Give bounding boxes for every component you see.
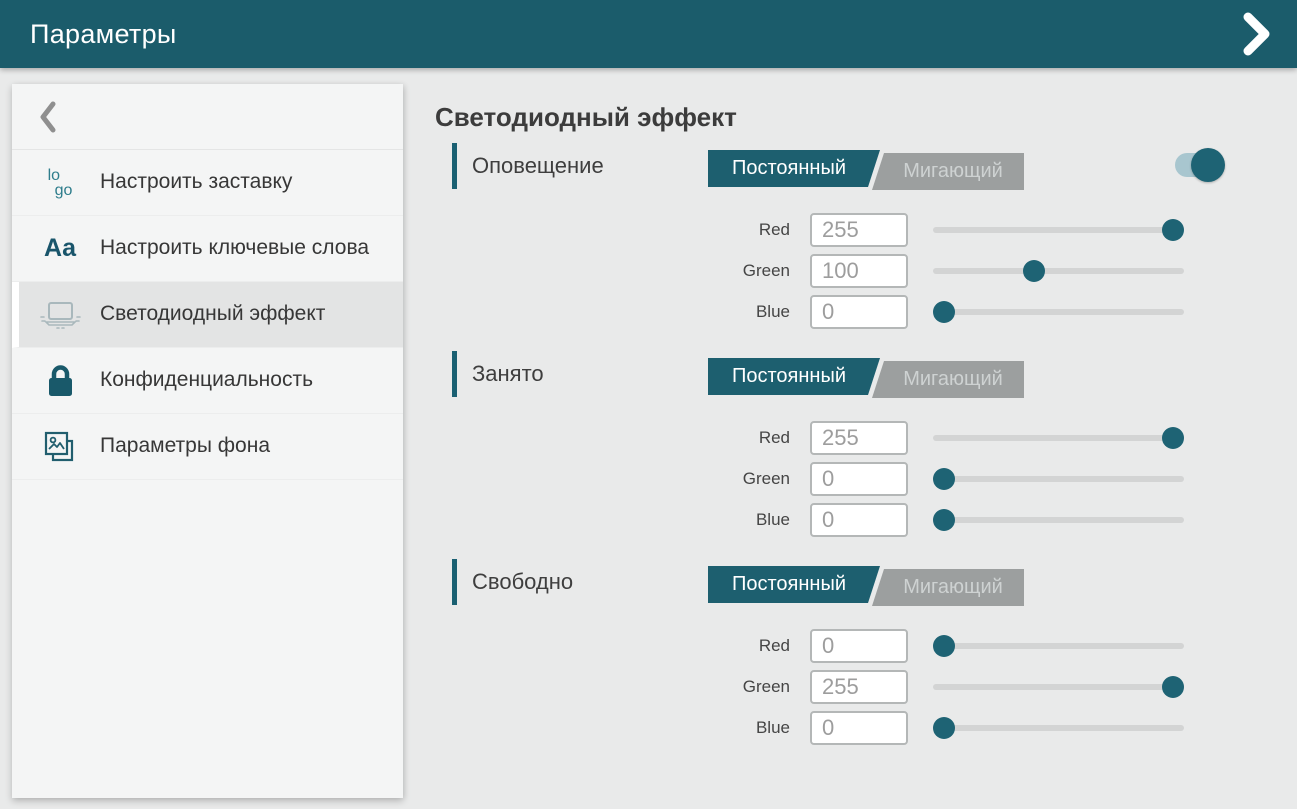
sidebar-item-keywords[interactable]: Aa Настроить ключевые слова [12,216,403,282]
slider-track [933,268,1184,274]
sidebar-item-led-effect[interactable]: Светодиодный эффект [12,282,403,348]
green-label: Green [700,261,790,281]
slider-track [933,309,1184,315]
red-value-input[interactable] [810,421,908,455]
slider-thumb[interactable] [933,301,955,323]
blue-slider[interactable] [933,301,1184,323]
forward-button[interactable] [1241,12,1271,56]
section-free: Свободно Постоянный Мигающий Red Green B… [435,559,1267,745]
slider-thumb[interactable] [933,717,955,739]
chevron-right-icon [1241,12,1271,56]
red-label: Red [700,636,790,656]
sidebar-item-label: Настроить заставку [100,169,292,195]
slider-track [933,517,1184,523]
red-label: Red [700,428,790,448]
blue-value-input[interactable] [810,711,908,745]
red-slider[interactable] [933,219,1184,241]
slider-track [933,476,1184,482]
mode-segmented-control: Постоянный Мигающий [708,150,1024,187]
mode-solid-button[interactable]: Постоянный [708,566,880,603]
section-notification: Оповещение Постоянный Мигающий Red Green [435,143,1267,329]
section-name: Оповещение [472,153,604,179]
slider-thumb[interactable] [1162,219,1184,241]
blue-slider[interactable] [933,509,1184,531]
green-label: Green [700,469,790,489]
back-button[interactable] [12,84,403,150]
slider-thumb[interactable] [933,468,955,490]
chevron-left-icon [38,101,58,133]
mode-solid-button[interactable]: Постоянный [708,150,880,187]
background-images-icon [38,430,82,464]
mode-segmented-control: Постоянный Мигающий [708,358,1024,395]
green-label: Green [700,677,790,697]
blue-value-input[interactable] [810,295,908,329]
sidebar-menu: lo go Настроить заставку Aa Настроить кл… [12,150,403,480]
mode-blink-button[interactable]: Мигающий [872,153,1024,190]
sidebar-item-label: Конфиденциальность [100,367,313,393]
slider-thumb[interactable] [933,635,955,657]
section-busy: Занято Постоянный Мигающий Red Green Blu… [435,351,1267,537]
sidebar-item-splash-screen[interactable]: lo go Настроить заставку [12,150,403,216]
mode-blink-button[interactable]: Мигающий [872,569,1024,606]
notification-led-toggle[interactable] [1175,153,1221,177]
mode-solid-button[interactable]: Постоянный [708,358,880,395]
blue-label: Blue [700,718,790,738]
blue-label: Blue [700,302,790,322]
green-value-input[interactable] [810,254,908,288]
blue-value-input[interactable] [810,503,908,537]
sidebar-item-privacy[interactable]: Конфиденциальность [12,348,403,414]
accent-bar [452,143,457,189]
led-screen-icon [38,299,82,331]
slider-thumb[interactable] [1023,260,1045,282]
red-slider[interactable] [933,635,1184,657]
mode-segmented-control: Постоянный Мигающий [708,566,1024,603]
blue-label: Blue [700,510,790,530]
led-effect-panel: Светодиодный эффект Оповещение Постоянны… [403,68,1297,809]
sidebar-item-label: Светодиодный эффект [100,301,325,327]
slider-track [933,227,1184,233]
slider-thumb[interactable] [1162,427,1184,449]
green-slider[interactable] [933,676,1184,698]
slider-thumb[interactable] [1162,676,1184,698]
app-title: Параметры [30,19,177,50]
red-slider[interactable] [933,427,1184,449]
blue-slider[interactable] [933,717,1184,739]
red-value-input[interactable] [810,213,908,247]
accent-bar [452,559,457,605]
settings-sidebar: lo go Настроить заставку Aa Настроить кл… [12,84,403,798]
green-slider[interactable] [933,468,1184,490]
logo-icon-line2: go [55,182,73,199]
app-header: Параметры [0,0,1297,68]
page-title: Светодиодный эффект [435,102,1267,133]
section-name: Занято [472,361,544,387]
slider-track [933,684,1184,690]
green-value-input[interactable] [810,670,908,704]
logo-icon-line1: lo [48,167,60,184]
sidebar-item-label: Настроить ключевые слова [100,235,369,261]
slider-track [933,435,1184,441]
red-value-input[interactable] [810,629,908,663]
slider-track [933,643,1184,649]
sidebar-item-background[interactable]: Параметры фона [12,414,403,480]
logo-text-icon: lo go [38,168,82,198]
letters-aa-icon: Aa [38,234,82,263]
green-value-input[interactable] [810,462,908,496]
lock-icon [38,363,82,399]
accent-bar [452,351,457,397]
slider-thumb[interactable] [933,509,955,531]
mode-blink-button[interactable]: Мигающий [872,361,1024,398]
slider-track [933,725,1184,731]
green-slider[interactable] [933,260,1184,282]
toggle-knob [1191,148,1225,182]
red-label: Red [700,220,790,240]
sidebar-item-label: Параметры фона [100,433,270,459]
section-name: Свободно [472,569,573,595]
